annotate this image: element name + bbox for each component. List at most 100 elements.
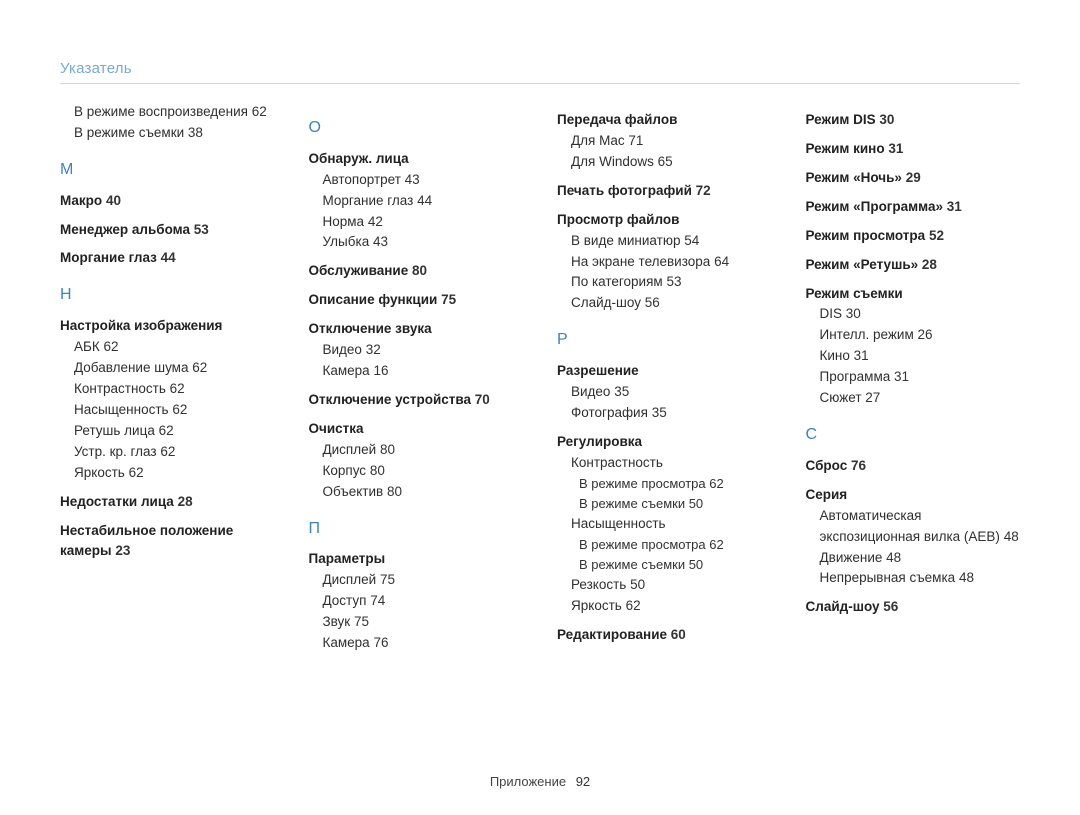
index-entry: Настройка изображения (60, 316, 275, 337)
index-page-ref: 27 (865, 390, 880, 405)
index-page-ref: 56 (883, 599, 898, 614)
index-page-ref: 28 (922, 257, 937, 272)
index-subentry-text: В режиме просмотра (579, 476, 706, 491)
index-entry-text: Слайд-шоу (806, 599, 880, 614)
index-subentry-text: Добавление шума (74, 360, 188, 375)
index-subentry-text: Улыбка (323, 234, 370, 249)
index-subentry: Для Windows 65 (571, 152, 772, 173)
index-entry: Режим просмотра 52 (806, 226, 1021, 247)
index-subentry-text: Норма (323, 214, 365, 229)
index-subentry-text: Дисплей (323, 572, 377, 587)
index-subentry: Камера 16 (323, 361, 524, 382)
index-entry: Разрешение (557, 361, 772, 382)
index-entry: Обслуживание 80 (309, 261, 524, 282)
index-subentry-text: Камера (323, 635, 370, 650)
index-subentry-text: В режиме съемки (579, 496, 685, 511)
index-subentry-text: Видео (323, 342, 362, 357)
index-entry-text: Настройка изображения (60, 318, 222, 333)
index-subentry-text: Объектив (323, 484, 384, 499)
index-entry-text: Очистка (309, 421, 364, 436)
index-entry-text: Режим кино (806, 141, 885, 156)
page-title: Указатель (60, 60, 1020, 84)
index-subsubentry: В режиме просмотра 62 (579, 535, 772, 555)
index-subentry: Контрастность (571, 453, 772, 474)
index-page-ref: 76 (373, 635, 388, 650)
index-page-ref: 50 (689, 496, 703, 511)
index-page-ref: 75 (354, 614, 369, 629)
index-subentry: Норма 42 (323, 212, 524, 233)
index-page-ref: 28 (178, 494, 193, 509)
index-subentry: В режиме воспроизведения 62 (74, 102, 275, 123)
index-subentry-text: Непрерывная съемка (820, 570, 956, 585)
index-subentry-text: Программа (820, 369, 891, 384)
index-page-ref: 80 (412, 263, 427, 278)
index-page-ref: 62 (252, 104, 267, 119)
index-subentry-text: Кино (820, 348, 850, 363)
index-entry-text: Режим съемки (806, 286, 903, 301)
index-entry-text: Сброс (806, 458, 848, 473)
index-subentry-text: Движение (820, 550, 883, 565)
index-entry: Передача файлов (557, 110, 772, 131)
index-page-ref: 16 (373, 363, 388, 378)
index-page-ref: 30 (879, 112, 894, 127)
index-page-ref: 53 (666, 274, 681, 289)
index-page-ref: 38 (188, 125, 203, 140)
index-subentry-text: Камера (323, 363, 370, 378)
index-page-ref: 52 (929, 228, 944, 243)
index-page: Указатель В режиме воспроизведения 62 В р… (0, 0, 1080, 815)
index-page-ref: 71 (628, 133, 643, 148)
index-entry: Режим «Программа» 31 (806, 197, 1021, 218)
index-entry-text: Печать фотографий (557, 183, 692, 198)
index-subentry-text: В режиме съемки (74, 125, 184, 140)
index-letter: М (60, 158, 275, 183)
index-entry: Регулировка (557, 432, 772, 453)
index-entry-text: Обслуживание (309, 263, 409, 278)
index-page-ref: 48 (959, 570, 974, 585)
index-subentry: Добавление шума 62 (74, 358, 275, 379)
index-page-ref: 40 (106, 193, 121, 208)
index-entry-text: Редактирование (557, 627, 667, 642)
index-subentry-text: Сюжет (820, 390, 862, 405)
index-subentry-text: Видео (571, 384, 610, 399)
index-entry-text: Разрешение (557, 363, 639, 378)
index-page-ref: 44 (161, 250, 176, 265)
index-entry: Редактирование 60 (557, 625, 772, 646)
index-subentry-text: Яркость (571, 598, 622, 613)
index-page-ref: 44 (417, 193, 432, 208)
index-page-ref: 72 (696, 183, 711, 198)
index-subentry-text: Для Mac (571, 133, 625, 148)
index-subentry: Автоматическая экспозиционная вилка (AEB… (820, 506, 1021, 548)
index-subentry: Для Mac 71 (571, 131, 772, 152)
index-page-ref: 31 (894, 369, 909, 384)
index-subentry-text: Звук (323, 614, 351, 629)
index-subentry-text: Насыщенность (74, 402, 169, 417)
index-subentry-text: DIS (820, 306, 843, 321)
index-subentry: Кино 31 (820, 346, 1021, 367)
index-subentry: Видео 35 (571, 382, 772, 403)
index-page-ref: 64 (714, 254, 729, 269)
index-subentry: Автопортрет 43 (323, 170, 524, 191)
index-entry-text: Обнаруж. лица (309, 151, 409, 166)
index-page-ref: 48 (1004, 529, 1019, 544)
index-subentry: Слайд-шоу 56 (571, 293, 772, 314)
index-entry: Просмотр файлов (557, 210, 772, 231)
index-page-ref: 42 (368, 214, 383, 229)
index-page-ref: 62 (170, 381, 185, 396)
index-page-ref: 62 (160, 444, 175, 459)
index-page-ref: 31 (854, 348, 869, 363)
index-subentry-text: Корпус (323, 463, 367, 478)
index-page-ref: 53 (194, 222, 209, 237)
index-entry: Режим «Ретушь» 28 (806, 255, 1021, 276)
index-entry: Макро 40 (60, 191, 275, 212)
index-entry-text: Режим DIS (806, 112, 876, 127)
index-subentry: Насыщенность (571, 514, 772, 535)
index-subsubentry: В режиме съемки 50 (579, 555, 772, 575)
index-letter: Н (60, 283, 275, 308)
index-subentry-text: Для Windows (571, 154, 654, 169)
index-entry-text: Передача файлов (557, 112, 677, 127)
index-page-ref: 74 (370, 593, 385, 608)
index-subentry-text: Резкость (571, 577, 626, 592)
index-page-ref: 43 (373, 234, 388, 249)
index-subentry-text: Устр. кр. глаз (74, 444, 157, 459)
index-entry-text: Просмотр файлов (557, 212, 679, 227)
